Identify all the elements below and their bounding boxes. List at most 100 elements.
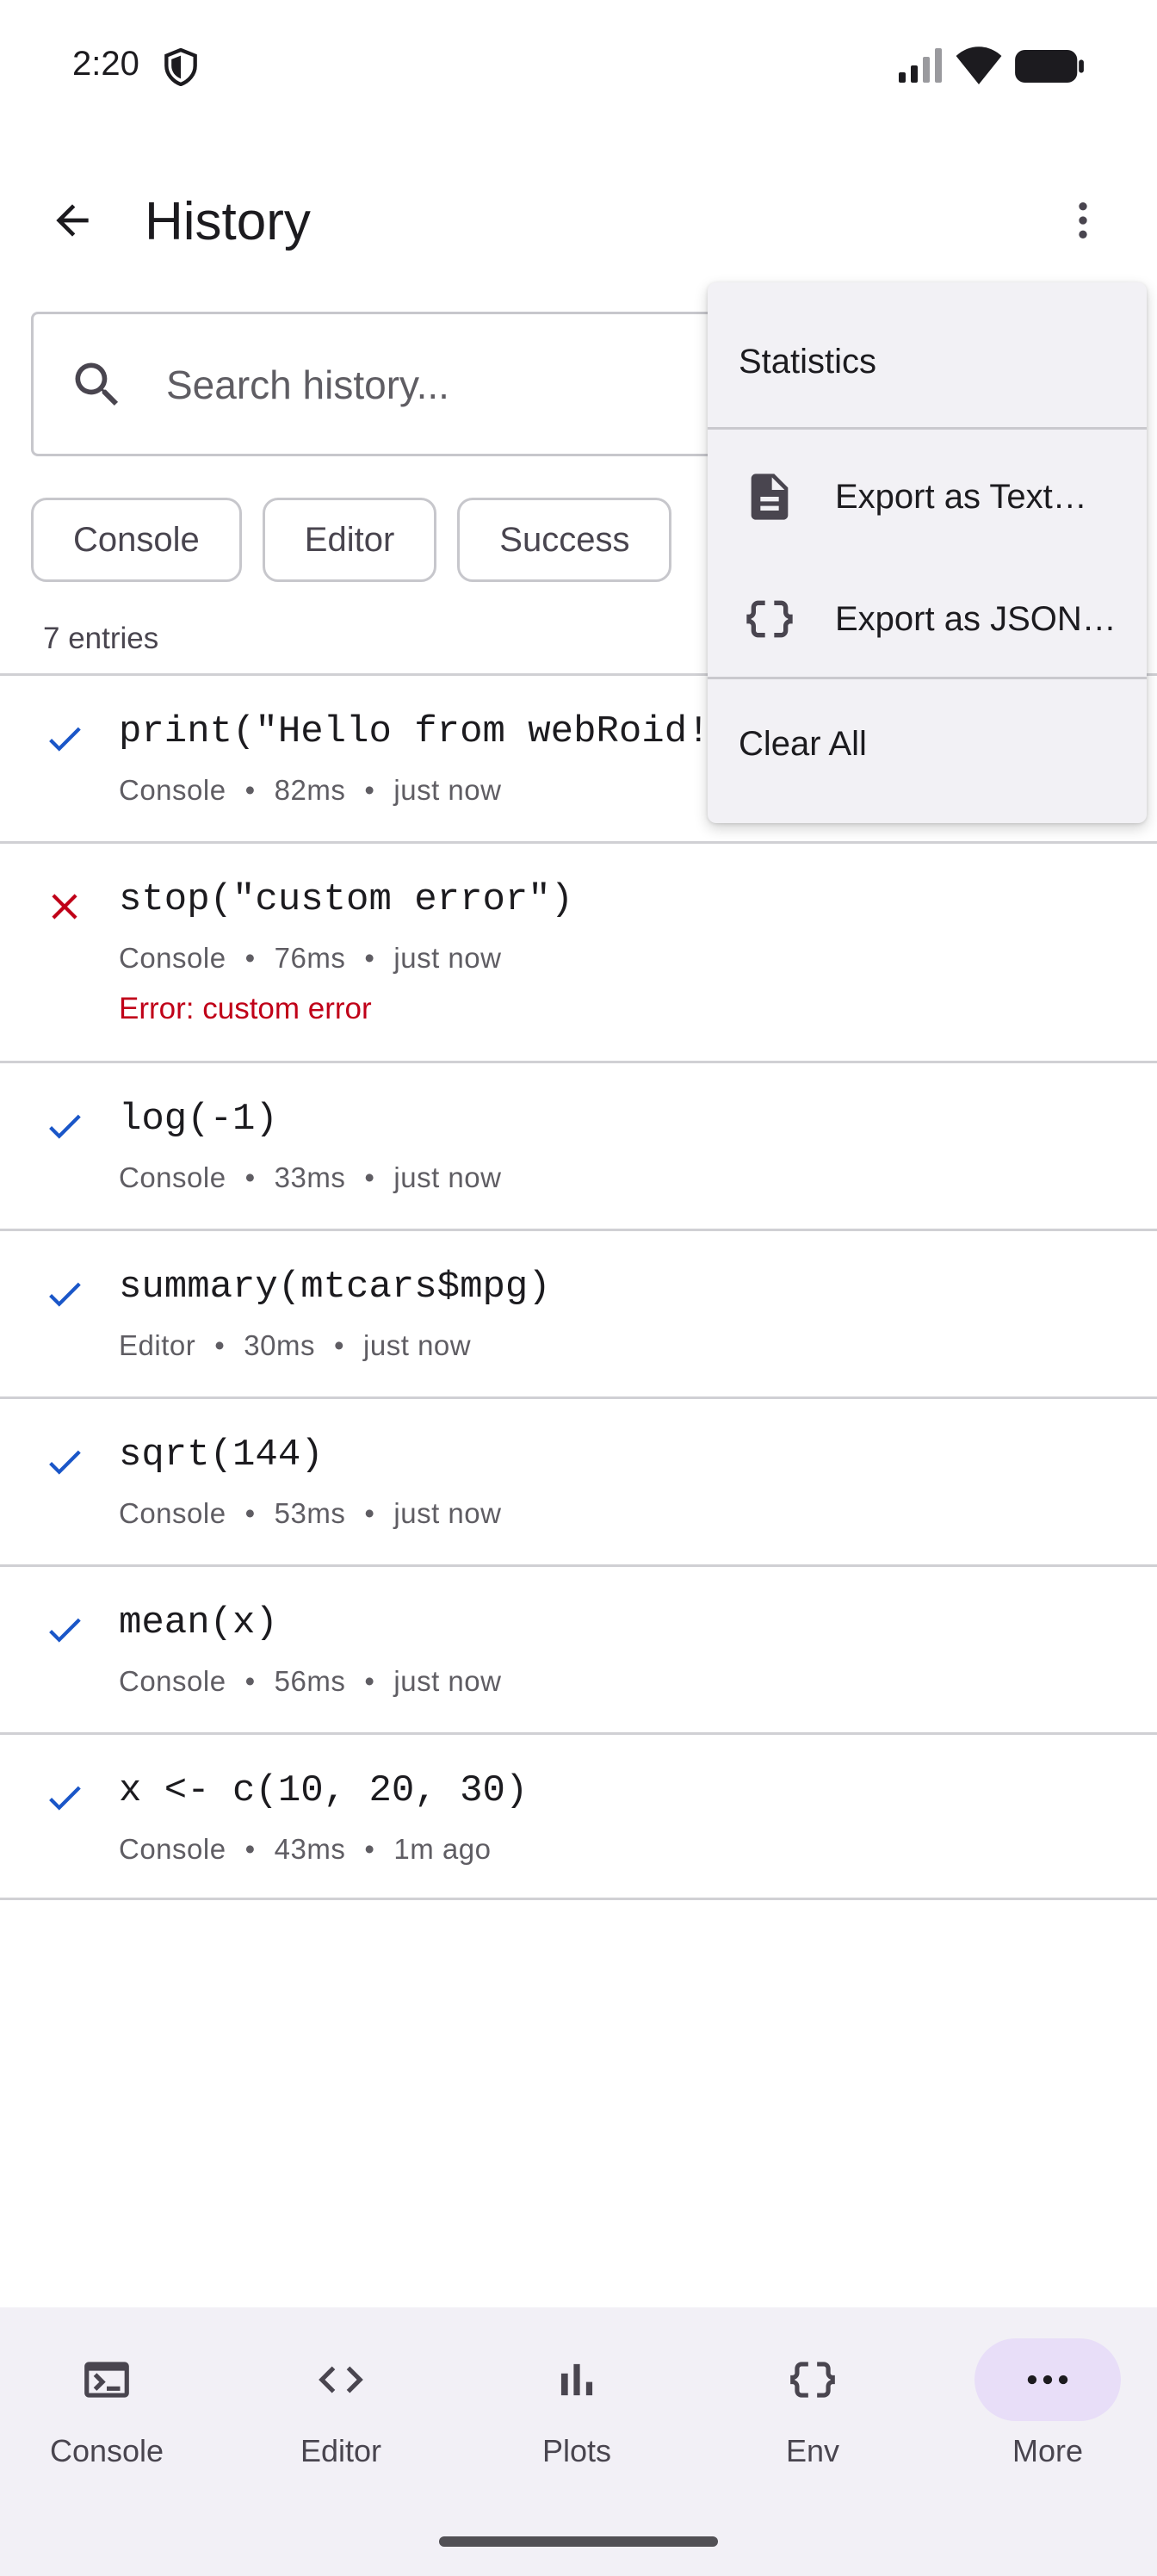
history-source: Console	[119, 1497, 226, 1529]
history-duration: 33ms	[274, 1161, 346, 1193]
nav-item-editor[interactable]: Editor	[229, 2338, 453, 2511]
meta-separator: •	[364, 1665, 375, 1697]
menu-item-clear-all[interactable]: Clear All	[708, 689, 1147, 799]
history-duration: 76ms	[274, 942, 346, 974]
nav-label: Editor	[300, 2433, 382, 2468]
history-row[interactable]: mean(x) Console • 56ms • just now	[0, 1564, 1157, 1732]
braces-icon	[739, 2338, 886, 2421]
history-meta: Console • 43ms • 1m ago	[119, 1833, 491, 1866]
history-source: Console	[119, 1665, 226, 1697]
meta-separator: •	[244, 942, 256, 974]
nav-item-console[interactable]: Console	[0, 2338, 219, 2511]
history-list: print("Hello from webRoid!") Console • 82ms…	[0, 673, 1157, 1900]
more-horiz-icon	[974, 2338, 1121, 2421]
menu-label: Export as Text…	[835, 477, 1087, 516]
menu-item-export-json[interactable]: Export as JSON…	[708, 561, 1147, 677]
menu-item-statistics[interactable]: Statistics	[708, 307, 1147, 417]
history-source: Console	[119, 1161, 226, 1193]
history-code: print("Hello from webRoid!")	[119, 710, 756, 753]
history-time: just now	[393, 1665, 502, 1697]
history-meta: Editor • 30ms • just now	[119, 1329, 471, 1362]
menu-divider	[708, 677, 1147, 679]
history-row[interactable]: log(-1) Console • 33ms • just now	[0, 1061, 1157, 1229]
check-icon	[43, 1776, 86, 1819]
status-time: 2:20	[72, 45, 139, 83]
signal-icon	[899, 48, 942, 83]
check-icon	[43, 1440, 86, 1483]
nav-label: Plots	[541, 2433, 612, 2468]
history-duration: 43ms	[274, 1833, 346, 1865]
wifi-icon	[956, 46, 1002, 84]
menu-divider	[708, 427, 1147, 430]
filter-chips: Console Editor Success	[31, 498, 672, 582]
history-source: Editor	[119, 1329, 196, 1361]
meta-separator: •	[244, 1161, 256, 1193]
more-vert-icon	[1079, 202, 1087, 238]
history-code: x <- c(10, 20, 30)	[119, 1769, 529, 1812]
home-indicator	[439, 2536, 718, 2547]
meta-separator: •	[333, 1329, 345, 1361]
history-duration: 30ms	[244, 1329, 315, 1361]
history-time: 1m ago	[393, 1833, 492, 1865]
chip-success[interactable]: Success	[457, 498, 672, 582]
search-icon	[75, 362, 119, 406]
menu-label: Export as JSON…	[835, 599, 1117, 638]
history-duration: 53ms	[274, 1497, 346, 1529]
shield-icon	[164, 48, 197, 86]
meta-separator: •	[364, 1161, 375, 1193]
menu-label: Statistics	[739, 342, 877, 381]
check-icon	[43, 1608, 86, 1651]
history-time: just now	[393, 774, 502, 806]
arrow-back-icon	[56, 204, 89, 237]
history-row[interactable]: sqrt(144) Console • 53ms • just now	[0, 1396, 1157, 1564]
history-duration: 82ms	[274, 774, 346, 806]
history-duration: 56ms	[274, 1665, 346, 1697]
nav-item-more[interactable]: More	[936, 2338, 1157, 2511]
nav-label: Env	[785, 2433, 840, 2468]
terminal-icon	[34, 2338, 180, 2421]
meta-separator: •	[244, 1833, 256, 1865]
history-code: sqrt(144)	[119, 1434, 324, 1477]
back-button[interactable]	[38, 186, 107, 255]
check-icon	[43, 717, 86, 760]
chip-editor[interactable]: Editor	[262, 498, 437, 582]
page-title: History	[145, 192, 311, 251]
entry-count: 7 entries	[43, 622, 159, 655]
history-meta: Console • 33ms • just now	[119, 1161, 501, 1194]
history-source: Console	[119, 774, 226, 806]
history-meta: Console • 53ms • just now	[119, 1497, 501, 1530]
menu-item-export-text[interactable]: Export as Text…	[708, 439, 1147, 554]
status-bar: 2:20	[0, 0, 1157, 136]
overflow-menu: Statistics Export as Text… Export as JSO…	[708, 282, 1147, 823]
history-source: Console	[119, 1833, 226, 1865]
history-code: mean(x)	[119, 1601, 278, 1644]
battery-icon	[1015, 50, 1084, 83]
history-row[interactable]: summary(mtcars$mpg) Editor • 30ms • just now	[0, 1229, 1157, 1396]
history-meta: Console • 82ms • just now	[119, 774, 501, 807]
history-time: just now	[393, 1161, 502, 1193]
history-time: just now	[393, 1497, 502, 1529]
history-meta: Console • 76ms • just now	[119, 942, 501, 975]
app-bar: History	[0, 146, 1157, 293]
check-icon	[43, 1273, 86, 1316]
chip-console[interactable]: Console	[31, 498, 242, 582]
meta-separator: •	[364, 1497, 375, 1529]
nav-label: More	[1012, 2433, 1084, 2468]
meta-separator: •	[244, 1665, 256, 1697]
data-object-icon	[746, 600, 793, 638]
nav-label: Console	[49, 2433, 164, 2468]
nav-item-plots[interactable]: Plots	[465, 2338, 689, 2511]
history-meta: Console • 56ms • just now	[119, 1665, 501, 1698]
code-icon	[268, 2338, 414, 2421]
history-time: just now	[393, 942, 502, 974]
check-icon	[43, 1105, 86, 1148]
history-code: summary(mtcars$mpg)	[119, 1266, 551, 1309]
meta-separator: •	[214, 1329, 226, 1361]
overflow-menu-button[interactable]	[1049, 186, 1117, 255]
meta-separator: •	[244, 1497, 256, 1529]
nav-item-env[interactable]: Env	[701, 2338, 925, 2511]
history-error: Error: custom error	[119, 992, 372, 1025]
history-row[interactable]: x <- c(10, 20, 30) Console • 43ms • 1m ago	[0, 1732, 1157, 1900]
history-code: log(-1)	[119, 1098, 278, 1141]
history-row[interactable]: stop("custom error") Console • 76ms • just no…	[0, 841, 1157, 1061]
